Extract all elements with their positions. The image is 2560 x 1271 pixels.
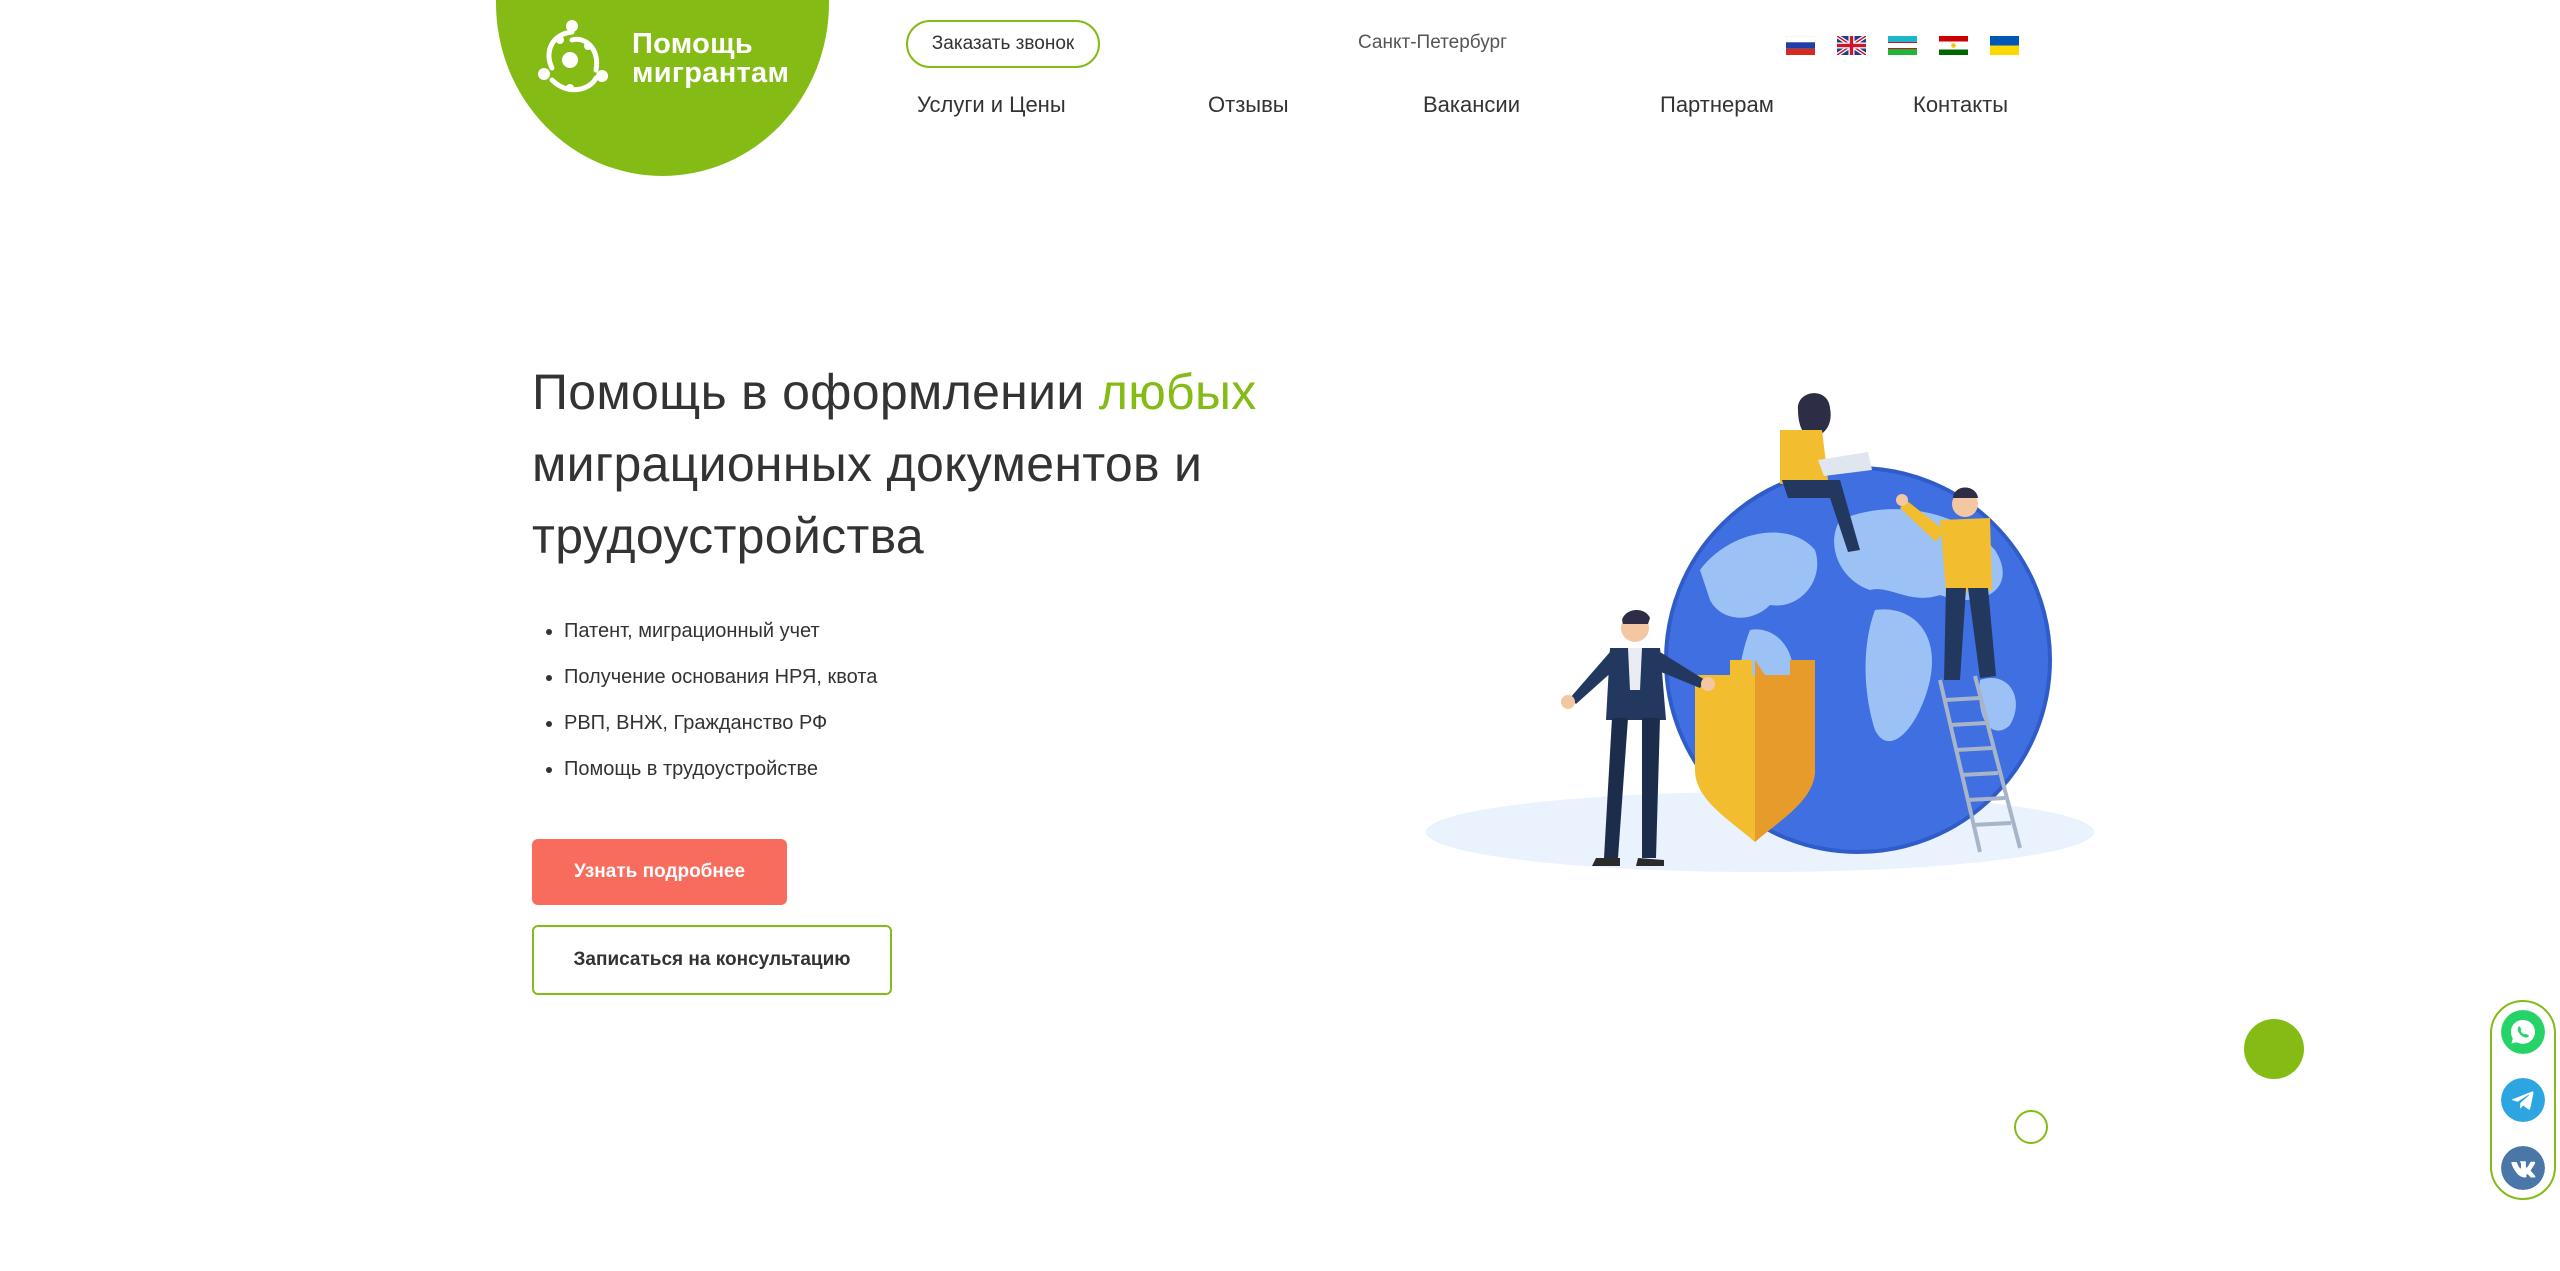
logo-line-1: Помощь bbox=[632, 28, 754, 60]
language-switcher bbox=[1786, 36, 2019, 55]
whatsapp-icon[interactable] bbox=[2501, 1010, 2545, 1054]
city-selector[interactable]: Санкт-Петербург bbox=[1358, 32, 1507, 54]
uzbekistan-flag-icon[interactable] bbox=[1888, 36, 1917, 55]
nav-reviews[interactable]: Отзывы bbox=[1208, 92, 1289, 118]
feature-item: Патент, миграционный учет bbox=[564, 608, 877, 654]
hero-title-accent: любых bbox=[1098, 364, 1257, 420]
hero-title-part2: миграционных документов и трудоустройств… bbox=[532, 436, 1203, 564]
telegram-icon[interactable] bbox=[2501, 1078, 2545, 1122]
russia-flag-icon[interactable] bbox=[1786, 36, 1815, 55]
nav-contacts[interactable]: Контакты bbox=[1913, 92, 2008, 118]
nav-services-prices[interactable]: Услуги и Цены bbox=[917, 92, 1066, 118]
vk-icon[interactable] bbox=[2501, 1146, 2545, 1190]
logo-line-2: мигрантам bbox=[632, 57, 790, 89]
feature-item: РВП, ВНЖ, Гражданство РФ bbox=[564, 700, 877, 746]
consultation-button[interactable]: Записаться на консультацию bbox=[532, 925, 892, 995]
nav-partners[interactable]: Партнерам bbox=[1660, 92, 1774, 118]
social-bar bbox=[2490, 1000, 2556, 1200]
order-call-button[interactable]: Заказать звонок bbox=[906, 20, 1100, 68]
hero-title-part1: Помощь в оформлении bbox=[532, 364, 1099, 420]
hero-title: Помощь в оформлении любых миграционных до… bbox=[532, 356, 1432, 572]
nav-vacancies[interactable]: Вакансии bbox=[1423, 92, 1520, 118]
feature-list: Патент, миграционный учет Получение осно… bbox=[532, 608, 877, 792]
decorative-ring bbox=[2014, 1110, 2048, 1144]
logo-icon bbox=[538, 20, 608, 93]
feature-item: Получение основания НРЯ, квота bbox=[564, 654, 877, 700]
feature-item: Помощь в трудоустройстве bbox=[564, 746, 877, 792]
uk-flag-icon[interactable] bbox=[1837, 36, 1866, 55]
decorative-dot bbox=[2244, 1019, 2304, 1079]
tajikistan-flag-icon[interactable] bbox=[1939, 36, 1968, 55]
main-nav: Услуги и Цены Отзывы Вакансии Партнерам … bbox=[917, 92, 2017, 126]
hero-illustration bbox=[1426, 393, 2094, 872]
ukraine-flag-icon[interactable] bbox=[1990, 36, 2019, 55]
logo-text[interactable]: Помощь мигрантам bbox=[632, 30, 789, 88]
learn-more-button[interactable]: Узнать подробнее bbox=[532, 839, 787, 905]
